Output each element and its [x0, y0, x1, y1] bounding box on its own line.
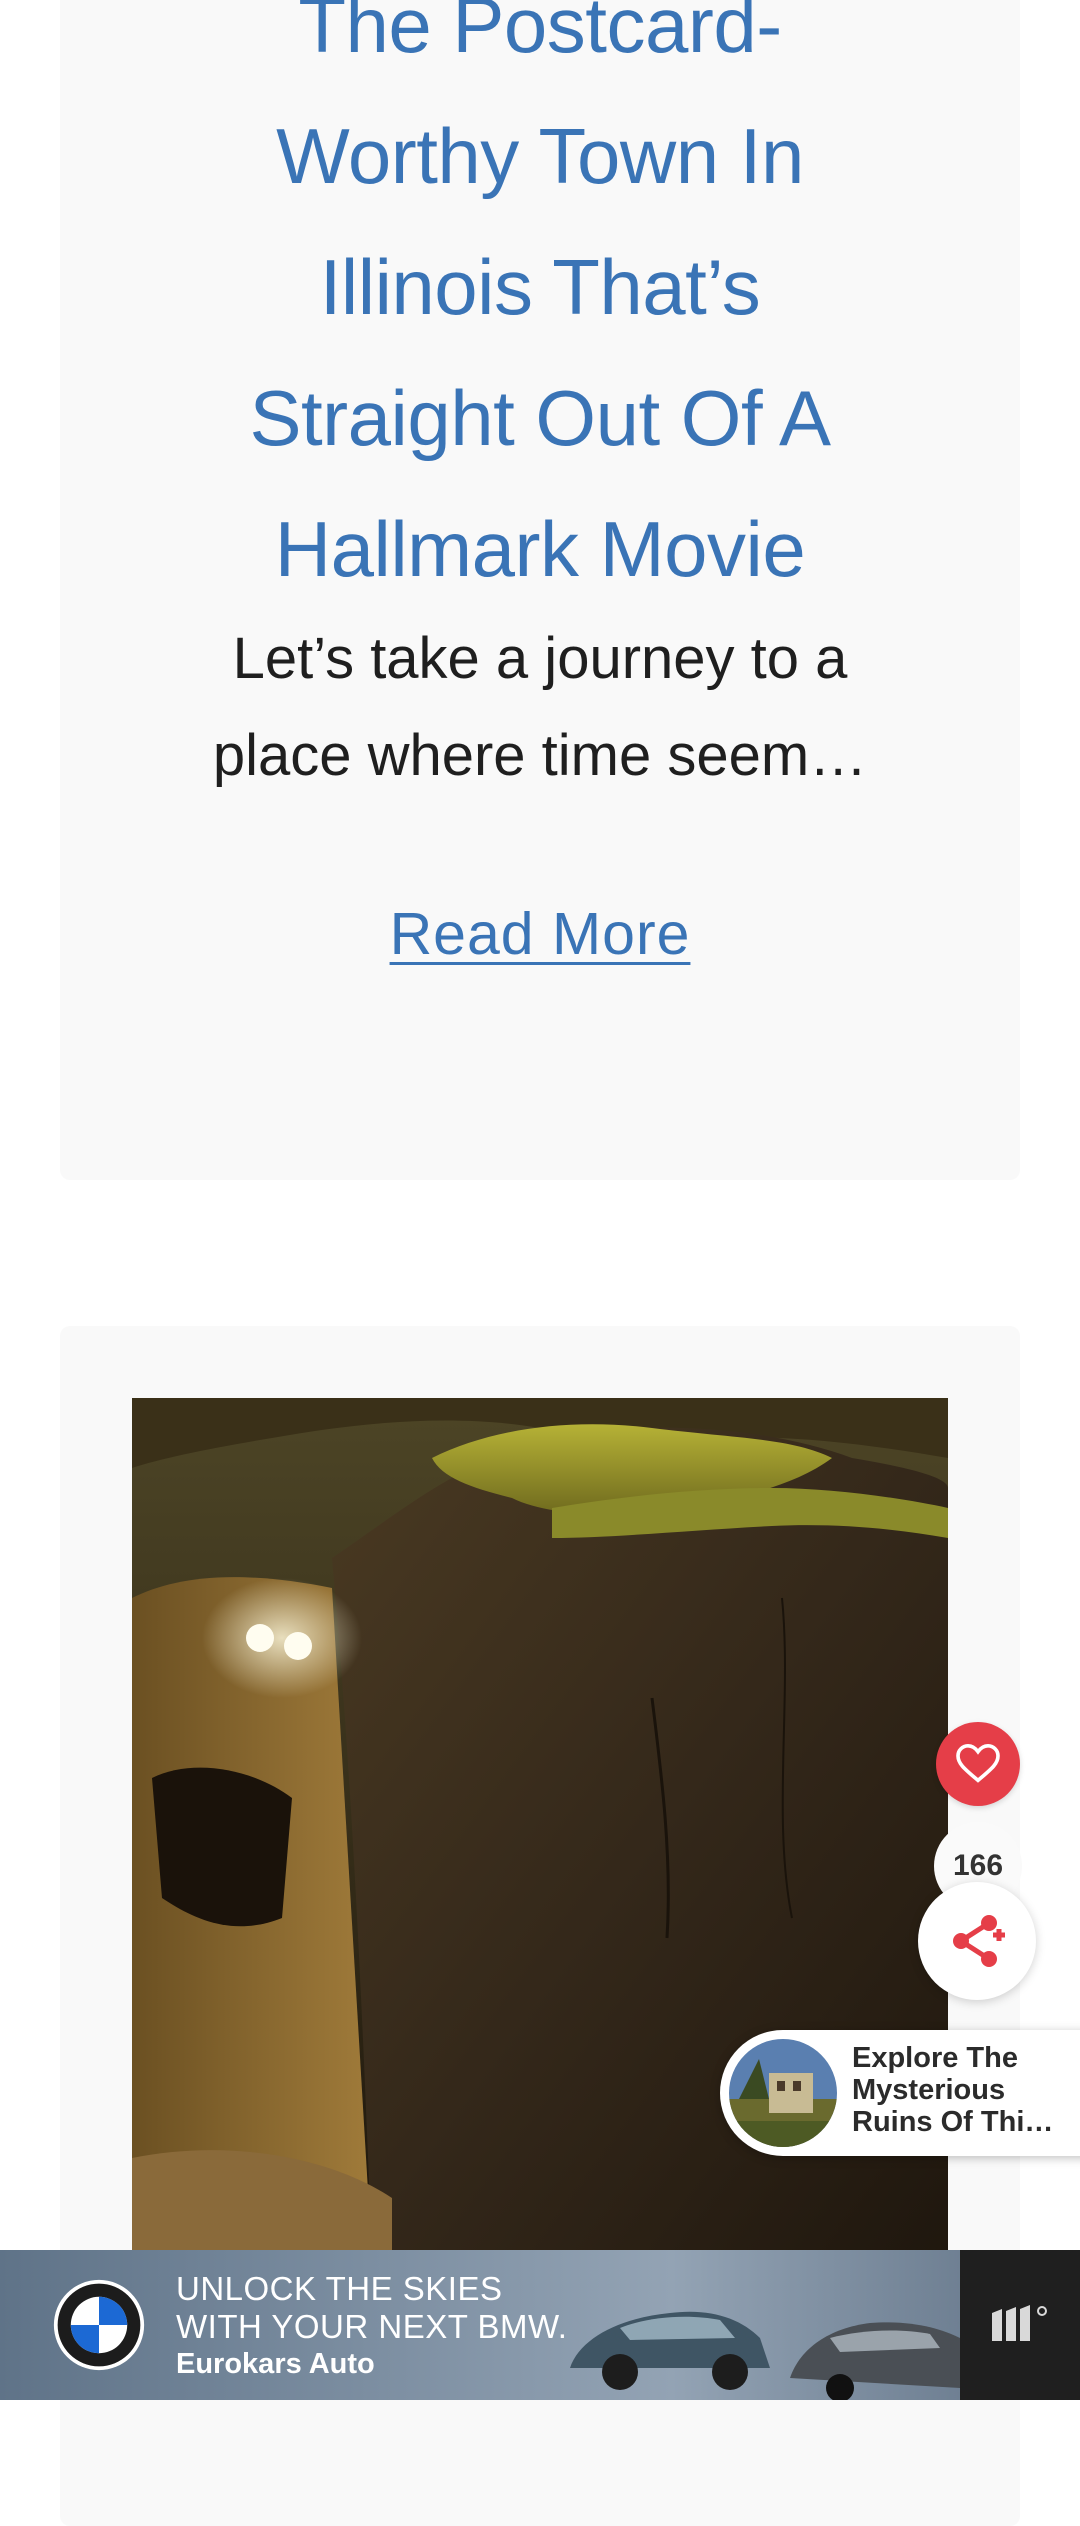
- share-button[interactable]: [918, 1882, 1036, 2000]
- like-button[interactable]: [936, 1722, 1020, 1806]
- ad-text: UNLOCK THE SKIES WITH YOUR NEXT BMW. Eur…: [176, 2270, 567, 2382]
- article-title[interactable]: The Postcard- Worthy Town In Illinois Th…: [60, 0, 1020, 615]
- ruins-photo-icon: [729, 2039, 837, 2147]
- ad-banner[interactable]: UNLOCK THE SKIES WITH YOUR NEXT BMW. Eur…: [0, 2250, 960, 2400]
- car-image-icon: [570, 2311, 960, 2400]
- article-card: The Postcard- Worthy Town In Illinois Th…: [60, 0, 1020, 1180]
- article-title-line[interactable]: Illinois That’s: [60, 222, 1020, 353]
- bmw-logo-icon: [53, 2279, 145, 2371]
- recommended-title-line: Ruins Of Thi…: [852, 2106, 1054, 2138]
- ad-headline-line: UNLOCK THE SKIES: [176, 2270, 503, 2307]
- article-excerpt: Let’s take a journey to a place where ti…: [60, 610, 1020, 804]
- recommended-article-pill[interactable]: Explore The Mysterious Ruins Of Thi…: [720, 2030, 1080, 2156]
- recommended-title-line: Mysterious: [852, 2074, 1006, 2106]
- ad-headline-line: WITH YOUR NEXT BMW.: [176, 2308, 568, 2345]
- ad-network-logo-icon: [992, 2305, 1047, 2341]
- article-title-line[interactable]: Straight Out Of A: [60, 353, 1020, 484]
- read-more-link[interactable]: Read More: [60, 900, 1020, 968]
- heart-icon: [956, 1744, 1000, 1783]
- article-title-line[interactable]: Hallmark Movie: [60, 484, 1020, 615]
- ad-network-badge[interactable]: [960, 2250, 1080, 2400]
- excerpt-line: Let’s take a journey to a: [232, 626, 848, 691]
- excerpt-line: place where time seem…: [212, 723, 868, 788]
- recommended-title-line: Explore The: [852, 2042, 1018, 2074]
- recommended-article-thumbnail: [726, 2036, 840, 2150]
- article-title-line[interactable]: The Postcard-: [60, 0, 1020, 91]
- share-icon: [953, 1915, 1005, 1967]
- recommended-article-title[interactable]: Explore The Mysterious Ruins Of Thi…: [852, 2042, 1080, 2138]
- ad-advertiser: Eurokars Auto: [176, 2348, 375, 2380]
- article-title-line[interactable]: Worthy Town In: [60, 91, 1020, 222]
